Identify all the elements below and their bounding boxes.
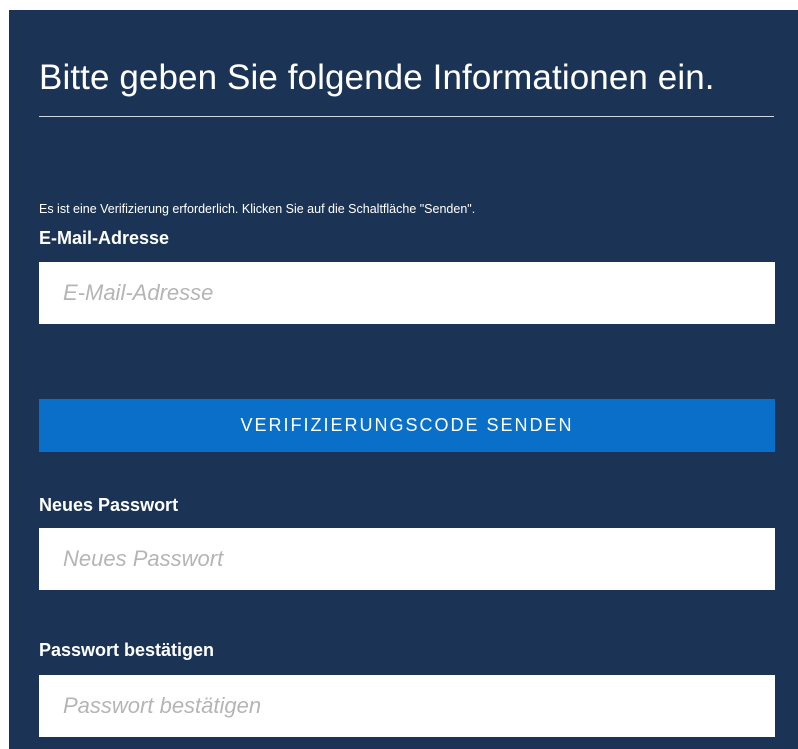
- password-reset-panel: Bitte geben Sie folgende Informationen e…: [9, 10, 798, 749]
- send-verification-code-button[interactable]: VERIFIZIERUNGSCODE SENDEN: [39, 399, 775, 452]
- page-title: Bitte geben Sie folgende Informationen e…: [39, 58, 715, 97]
- email-label: E-Mail-Adresse: [39, 228, 170, 248]
- verification-notice: Es ist eine Verifizierung erforderlich. …: [39, 202, 476, 216]
- confirm-password-label: Passwort bestätigen: [39, 640, 215, 660]
- new-password-label: Neues Passwort: [39, 495, 179, 515]
- email-field[interactable]: [39, 262, 775, 324]
- confirm-password-field[interactable]: [39, 675, 775, 737]
- title-divider: [39, 116, 774, 117]
- new-password-field[interactable]: [39, 528, 775, 590]
